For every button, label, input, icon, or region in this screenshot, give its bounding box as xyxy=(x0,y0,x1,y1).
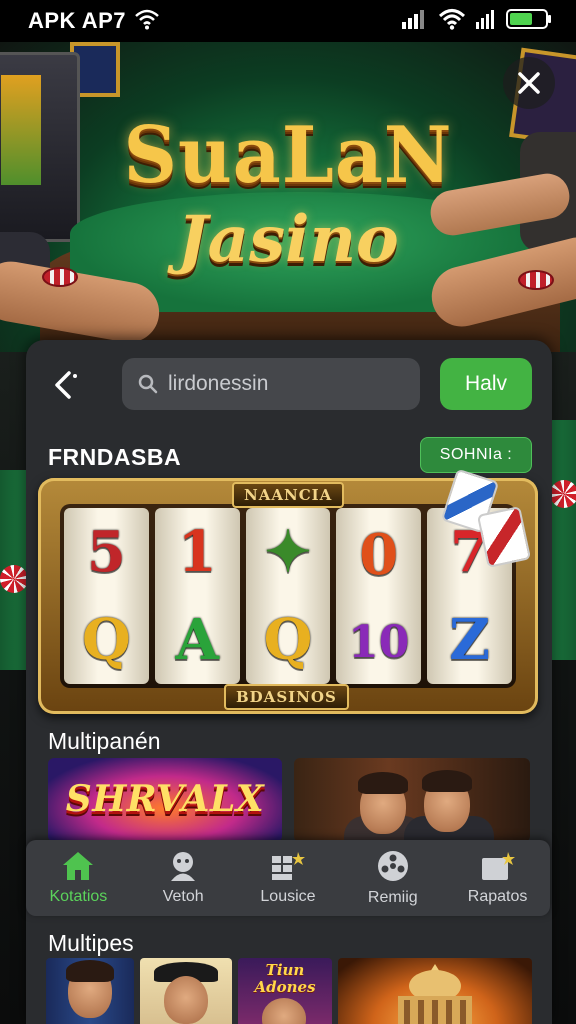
reel-symbol: Q xyxy=(82,607,131,673)
game-tile-shrvalx[interactable]: SHRVALX xyxy=(48,758,282,842)
search-row: Halv xyxy=(26,358,552,410)
nav-label: Remiig xyxy=(367,889,418,906)
hero-title: SuaLaN xyxy=(123,110,453,201)
chip-stack xyxy=(550,480,576,508)
close-icon xyxy=(518,72,540,94)
multiplayer-title: Multipanén xyxy=(48,728,161,754)
reel-symbol: 5 xyxy=(86,519,126,585)
reel-symbol: 1 xyxy=(177,519,217,585)
game-thumb[interactable] xyxy=(338,958,532,1024)
nav-label: Rapatos xyxy=(467,888,528,905)
battery-icon xyxy=(506,8,552,35)
search-icon xyxy=(138,374,158,394)
slot-top-plate: NAANCIA xyxy=(232,482,345,508)
poker-chip-icon xyxy=(377,851,408,881)
nav-item-remiig[interactable]: Remiig xyxy=(340,840,445,916)
reel-symbol: Q xyxy=(263,607,313,673)
ticket-icon xyxy=(481,852,515,880)
reel-symbol: 0 xyxy=(359,522,399,588)
wifi-small-icon xyxy=(134,8,160,35)
bottom-nav: Kotatios Vetoh Lousice Remiig Rapatos xyxy=(26,840,550,916)
game-thumb[interactable] xyxy=(140,958,232,1024)
halv-button[interactable]: Halv xyxy=(440,358,532,410)
multipes-title: Multipes xyxy=(48,930,134,956)
reel-symbol: A xyxy=(175,607,219,673)
slot-reel: ✦ Q xyxy=(245,508,331,684)
status-bar: APK AP7 xyxy=(0,0,576,42)
carrier-name: APK AP7 xyxy=(28,8,127,33)
featured-badge-button[interactable]: SOHNIa : xyxy=(420,437,532,473)
nav-item-vetoh[interactable]: Vetoh xyxy=(131,840,236,916)
wifi-icon xyxy=(438,8,466,35)
reel-symbol: Z xyxy=(449,607,491,673)
game-thumb[interactable]: Tiun Adones xyxy=(238,958,332,1024)
nav-label: Vetoh xyxy=(162,888,204,905)
grid-icon xyxy=(271,852,305,880)
nav-label: Lousice xyxy=(260,888,316,905)
game-thumb[interactable] xyxy=(46,958,134,1024)
player-hair xyxy=(422,770,472,792)
chip-stack xyxy=(0,565,28,593)
slot-reels: 5 Q 1 A ✦ Q 0 10 7 Z xyxy=(60,504,516,688)
signal-secondary-icon xyxy=(476,9,496,34)
signal-icon xyxy=(402,9,428,34)
reel-symbol: 10 xyxy=(348,617,410,668)
hero-banner: SuaLaN Jasino xyxy=(0,42,576,352)
game-logo: Tiun Adones xyxy=(254,961,316,996)
game-logo: SHRVALX xyxy=(65,778,265,820)
slot-reel: 1 A xyxy=(154,508,240,684)
side-table xyxy=(550,420,576,660)
nav-item-kotatios[interactable]: Kotatios xyxy=(26,840,131,916)
slot-bottom-plate: BDASINOS xyxy=(224,684,349,710)
hero-subtitle: Jasino xyxy=(177,202,399,277)
leaf-symbol-icon: ✦ xyxy=(264,519,312,585)
search-field[interactable] xyxy=(122,358,420,410)
player-hair xyxy=(358,772,408,794)
nav-item-lousice[interactable]: Lousice xyxy=(236,840,341,916)
player-face xyxy=(164,976,208,1024)
back-arrow-icon xyxy=(55,371,77,399)
slot-reel: 0 10 xyxy=(336,508,422,684)
capitol-building-icon xyxy=(398,964,472,1024)
close-button[interactable] xyxy=(503,57,555,109)
back-button[interactable] xyxy=(46,364,86,404)
main-panel: Halv FRNDASBA SOHNIa : 5 Q 1 A ✦ Q 0 1 0 … xyxy=(26,340,552,1024)
game-tile-players[interactable] xyxy=(294,758,530,842)
slot-reel: 5 Q xyxy=(64,508,149,684)
featured-title: FRNDASBA xyxy=(48,444,182,470)
nav-label: Kotatios xyxy=(49,888,108,905)
search-input[interactable] xyxy=(168,372,398,396)
home-icon xyxy=(63,852,94,880)
player-face xyxy=(262,998,306,1024)
featured-slot-game[interactable]: 5 Q 1 A ✦ Q 0 10 7 Z NAANCIA BDASINOS xyxy=(38,468,538,714)
nav-item-rapatos[interactable]: Rapatos xyxy=(445,840,550,916)
person-icon xyxy=(171,852,196,881)
player-hair xyxy=(66,960,114,982)
